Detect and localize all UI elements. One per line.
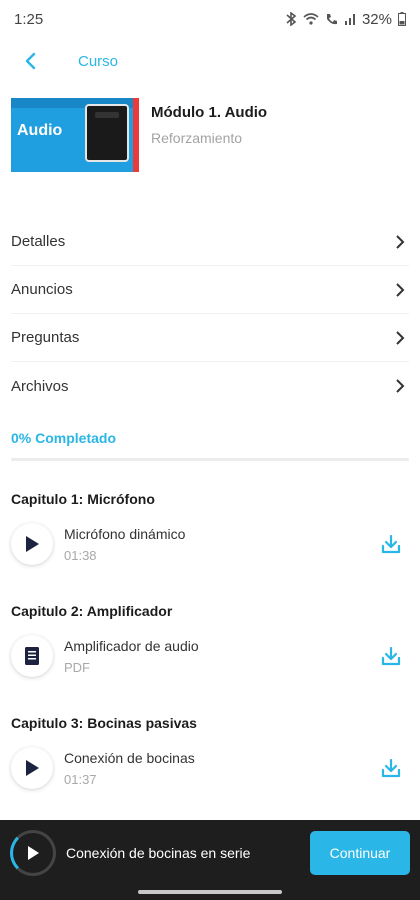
lesson-item[interactable]: Conexión de bocinas 01:37: [11, 740, 409, 796]
menu-item-label: Archivos: [11, 377, 69, 395]
chevron-right-icon: [391, 233, 409, 251]
status-icons: 32%: [285, 11, 406, 28]
download-icon[interactable]: [379, 532, 403, 556]
progress-bar: [11, 458, 409, 461]
back-button[interactable]: [0, 40, 60, 82]
play-icon[interactable]: [11, 747, 53, 789]
download-icon[interactable]: [379, 644, 403, 668]
home-gesture-handle[interactable]: [138, 890, 282, 894]
thumbnail-label: Audio: [17, 122, 63, 139]
course-menu: Detalles Anuncios Preguntas Archivos: [11, 218, 409, 410]
battery-icon: [398, 12, 406, 26]
page-title: Curso: [78, 52, 119, 70]
course-title: Módulo 1. Audio: [151, 104, 268, 121]
document-icon[interactable]: [11, 635, 53, 677]
signal-icon: [344, 13, 356, 25]
progress-label: 0% Completado: [11, 430, 117, 446]
lesson-duration: 01:38: [64, 547, 97, 563]
menu-item-label: Anuncios: [11, 281, 73, 298]
menu-item-archivos[interactable]: Archivos: [11, 362, 409, 410]
chapter-title: Capitulo 2: Amplificador: [11, 603, 173, 619]
course-card: Audio Módulo 1. Audio Reforzamiento: [11, 98, 411, 174]
wifi-icon: [303, 13, 319, 25]
lesson-item[interactable]: Amplificador de audio PDF: [11, 628, 409, 684]
menu-item-label: Detalles: [11, 233, 66, 250]
menu-item-preguntas[interactable]: Preguntas: [11, 314, 409, 362]
chevron-right-icon: [391, 329, 409, 347]
chapter-title: Capitulo 1: Micrófono: [11, 491, 155, 507]
menu-item-label: Preguntas: [11, 329, 80, 346]
course-thumbnail: Audio: [11, 98, 139, 172]
chapter: Capitulo 2: Amplificador Amplificador de…: [11, 592, 409, 704]
speaker-image: [85, 104, 129, 162]
player-track-title: Conexión de bocinas en serie: [66, 845, 251, 861]
chapter: Capitulo 1: Micrófono Micrófono dinámico…: [11, 480, 409, 592]
status-bar: 1:25 32%: [0, 0, 420, 38]
chevron-right-icon: [391, 377, 409, 395]
lesson-type: PDF: [64, 659, 90, 675]
battery-level: 32%: [361, 10, 392, 28]
back-arrow-icon: [25, 52, 36, 70]
lesson-name: Conexión de bocinas: [64, 749, 195, 766]
system-nav-bar: [0, 886, 420, 900]
course-subtitle: Reforzamiento: [151, 130, 243, 146]
menu-item-anuncios[interactable]: Anuncios: [11, 266, 409, 314]
lesson-name: Micrófono dinámico: [64, 525, 186, 542]
status-time: 1:25: [14, 10, 44, 28]
play-icon: [28, 846, 39, 860]
call-icon: [325, 13, 338, 26]
play-icon[interactable]: [11, 523, 53, 565]
chapter: Capitulo 3: Bocinas pasivas Conexión de …: [11, 704, 409, 816]
chapter-list: Capitulo 1: Micrófono Micrófono dinámico…: [11, 480, 409, 816]
bluetooth-icon: [285, 12, 297, 26]
player-play-button[interactable]: [10, 830, 56, 876]
lesson-duration: 01:37: [64, 771, 97, 787]
menu-item-detalles[interactable]: Detalles: [11, 218, 409, 266]
download-icon[interactable]: [379, 756, 403, 780]
chapter-title: Capitulo 3: Bocinas pasivas: [11, 715, 197, 731]
lesson-name: Amplificador de audio: [64, 637, 199, 654]
continue-button[interactable]: Continuar: [310, 831, 410, 875]
chevron-right-icon: [391, 281, 409, 299]
header: Curso: [0, 40, 420, 82]
mini-player: Conexión de bocinas en serie Continuar: [0, 820, 420, 886]
lesson-item[interactable]: Micrófono dinámico 01:38: [11, 516, 409, 572]
